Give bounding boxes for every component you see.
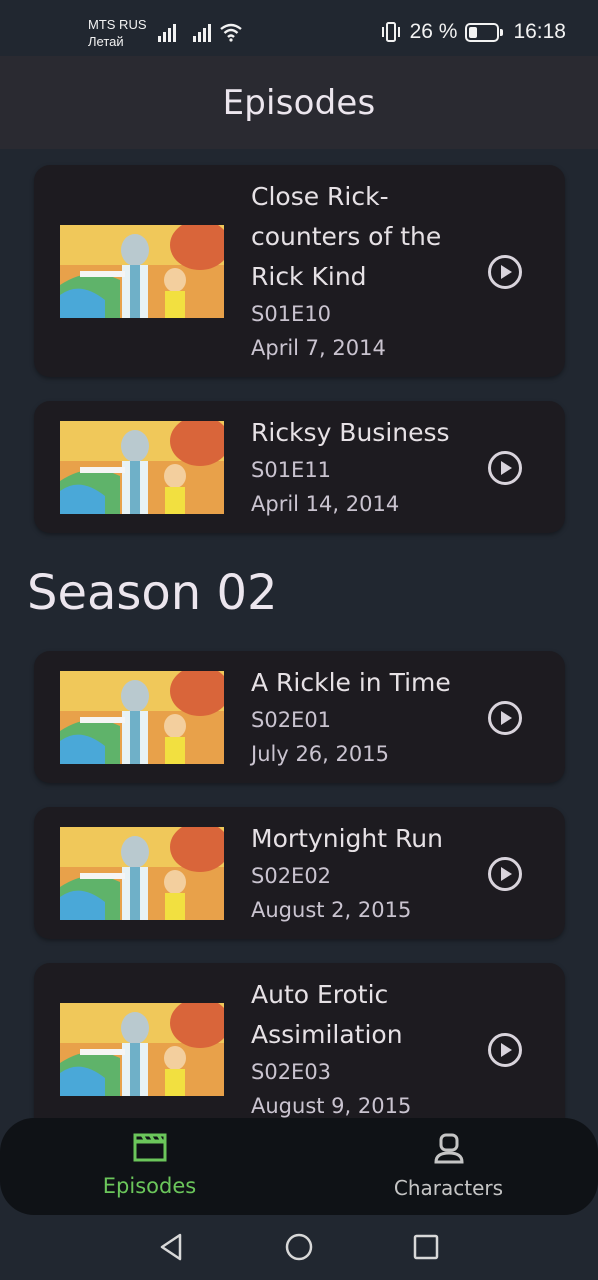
episode-thumbnail [60, 671, 224, 764]
back-icon[interactable] [156, 1231, 186, 1263]
clapperboard-icon [133, 1133, 166, 1162]
episode-info: Close Rick-counters of the Rick Kind S01… [251, 177, 471, 365]
episode-card[interactable]: A Rickle in Time S02E01 July 26, 2015 [34, 651, 565, 783]
episode-thumbnail [60, 225, 224, 318]
recents-icon[interactable] [411, 1231, 441, 1263]
battery-percent: 26 % [409, 20, 458, 43]
page-title: Episodes [222, 82, 376, 123]
nav-label-episodes: Episodes [102, 1174, 197, 1198]
episode-date: April 7, 2014 [251, 336, 386, 360]
episode-name: Auto Erotic Assimilation [251, 980, 403, 1049]
episode-code: S02E01 [251, 708, 332, 732]
episode-date: August 9, 2015 [251, 1094, 412, 1118]
nav-tab-characters[interactable]: Characters [299, 1118, 598, 1215]
episode-code: S02E03 [251, 1060, 332, 1084]
signal-icon [158, 24, 176, 42]
nav-tab-episodes[interactable]: Episodes [0, 1118, 299, 1215]
person-icon [433, 1133, 464, 1164]
episode-name: Close Rick-counters of the Rick Kind [251, 182, 442, 291]
system-navigation-bar [0, 1215, 598, 1280]
battery-icon [465, 22, 504, 42]
status-right: 26 % 16:18 [380, 20, 566, 44]
episode-image [60, 421, 224, 514]
carrier-info: MTS RUS Летай [88, 16, 147, 50]
carrier-name: MTS RUS [88, 17, 147, 32]
episode-image [60, 827, 224, 920]
episode-info: Mortynight Run S02E02 August 2, 2015 [251, 819, 471, 927]
play-icon[interactable] [487, 1032, 523, 1068]
play-icon[interactable] [487, 856, 523, 892]
play-icon[interactable] [487, 254, 523, 290]
clock: 16:18 [513, 20, 566, 43]
signal-icon-2 [193, 24, 211, 42]
vibrate-icon [381, 22, 400, 42]
episode-image [60, 671, 224, 764]
play-icon[interactable] [487, 450, 523, 486]
episode-info: A Rickle in Time S02E01 July 26, 2015 [251, 663, 471, 771]
episode-list[interactable]: Close Rick-counters of the Rick Kind S01… [0, 149, 598, 1119]
nav-label-characters: Characters [393, 1176, 504, 1200]
bottom-navigation: Episodes Characters [0, 1118, 598, 1215]
episode-code: S01E10 [251, 302, 332, 326]
episode-date: July 26, 2015 [251, 742, 389, 766]
episode-image [60, 225, 224, 318]
status-bar: MTS RUS Летай 26 % 16:18 [0, 0, 598, 56]
episode-card[interactable]: Auto Erotic Assimilation S02E03 August 9… [34, 963, 565, 1119]
episode-card[interactable]: Ricksy Business S01E11 April 14, 2014 [34, 401, 565, 533]
play-icon[interactable] [487, 700, 523, 736]
episode-thumbnail [60, 421, 224, 514]
episode-thumbnail [60, 1003, 224, 1096]
episode-code: S02E02 [251, 864, 332, 888]
episode-card[interactable]: Close Rick-counters of the Rick Kind S01… [34, 165, 565, 377]
episode-name: Ricksy Business [251, 418, 450, 447]
episode-date: August 2, 2015 [251, 898, 412, 922]
episode-name: Mortynight Run [251, 824, 443, 853]
episode-thumbnail [60, 827, 224, 920]
carrier-secondary: Летай [88, 34, 124, 49]
home-icon[interactable] [284, 1231, 314, 1263]
episode-date: April 14, 2014 [251, 492, 400, 516]
episode-code: S01E11 [251, 458, 332, 482]
episode-card[interactable]: Mortynight Run S02E02 August 2, 2015 [34, 807, 565, 939]
top-app-bar: Episodes [0, 56, 598, 149]
season-header: Season 02 [27, 565, 278, 621]
episode-info: Auto Erotic Assimilation S02E03 August 9… [251, 975, 471, 1119]
wifi-icon [220, 23, 242, 42]
episode-name: A Rickle in Time [251, 668, 451, 697]
episode-image [60, 1003, 224, 1096]
episode-info: Ricksy Business S01E11 April 14, 2014 [251, 413, 471, 521]
